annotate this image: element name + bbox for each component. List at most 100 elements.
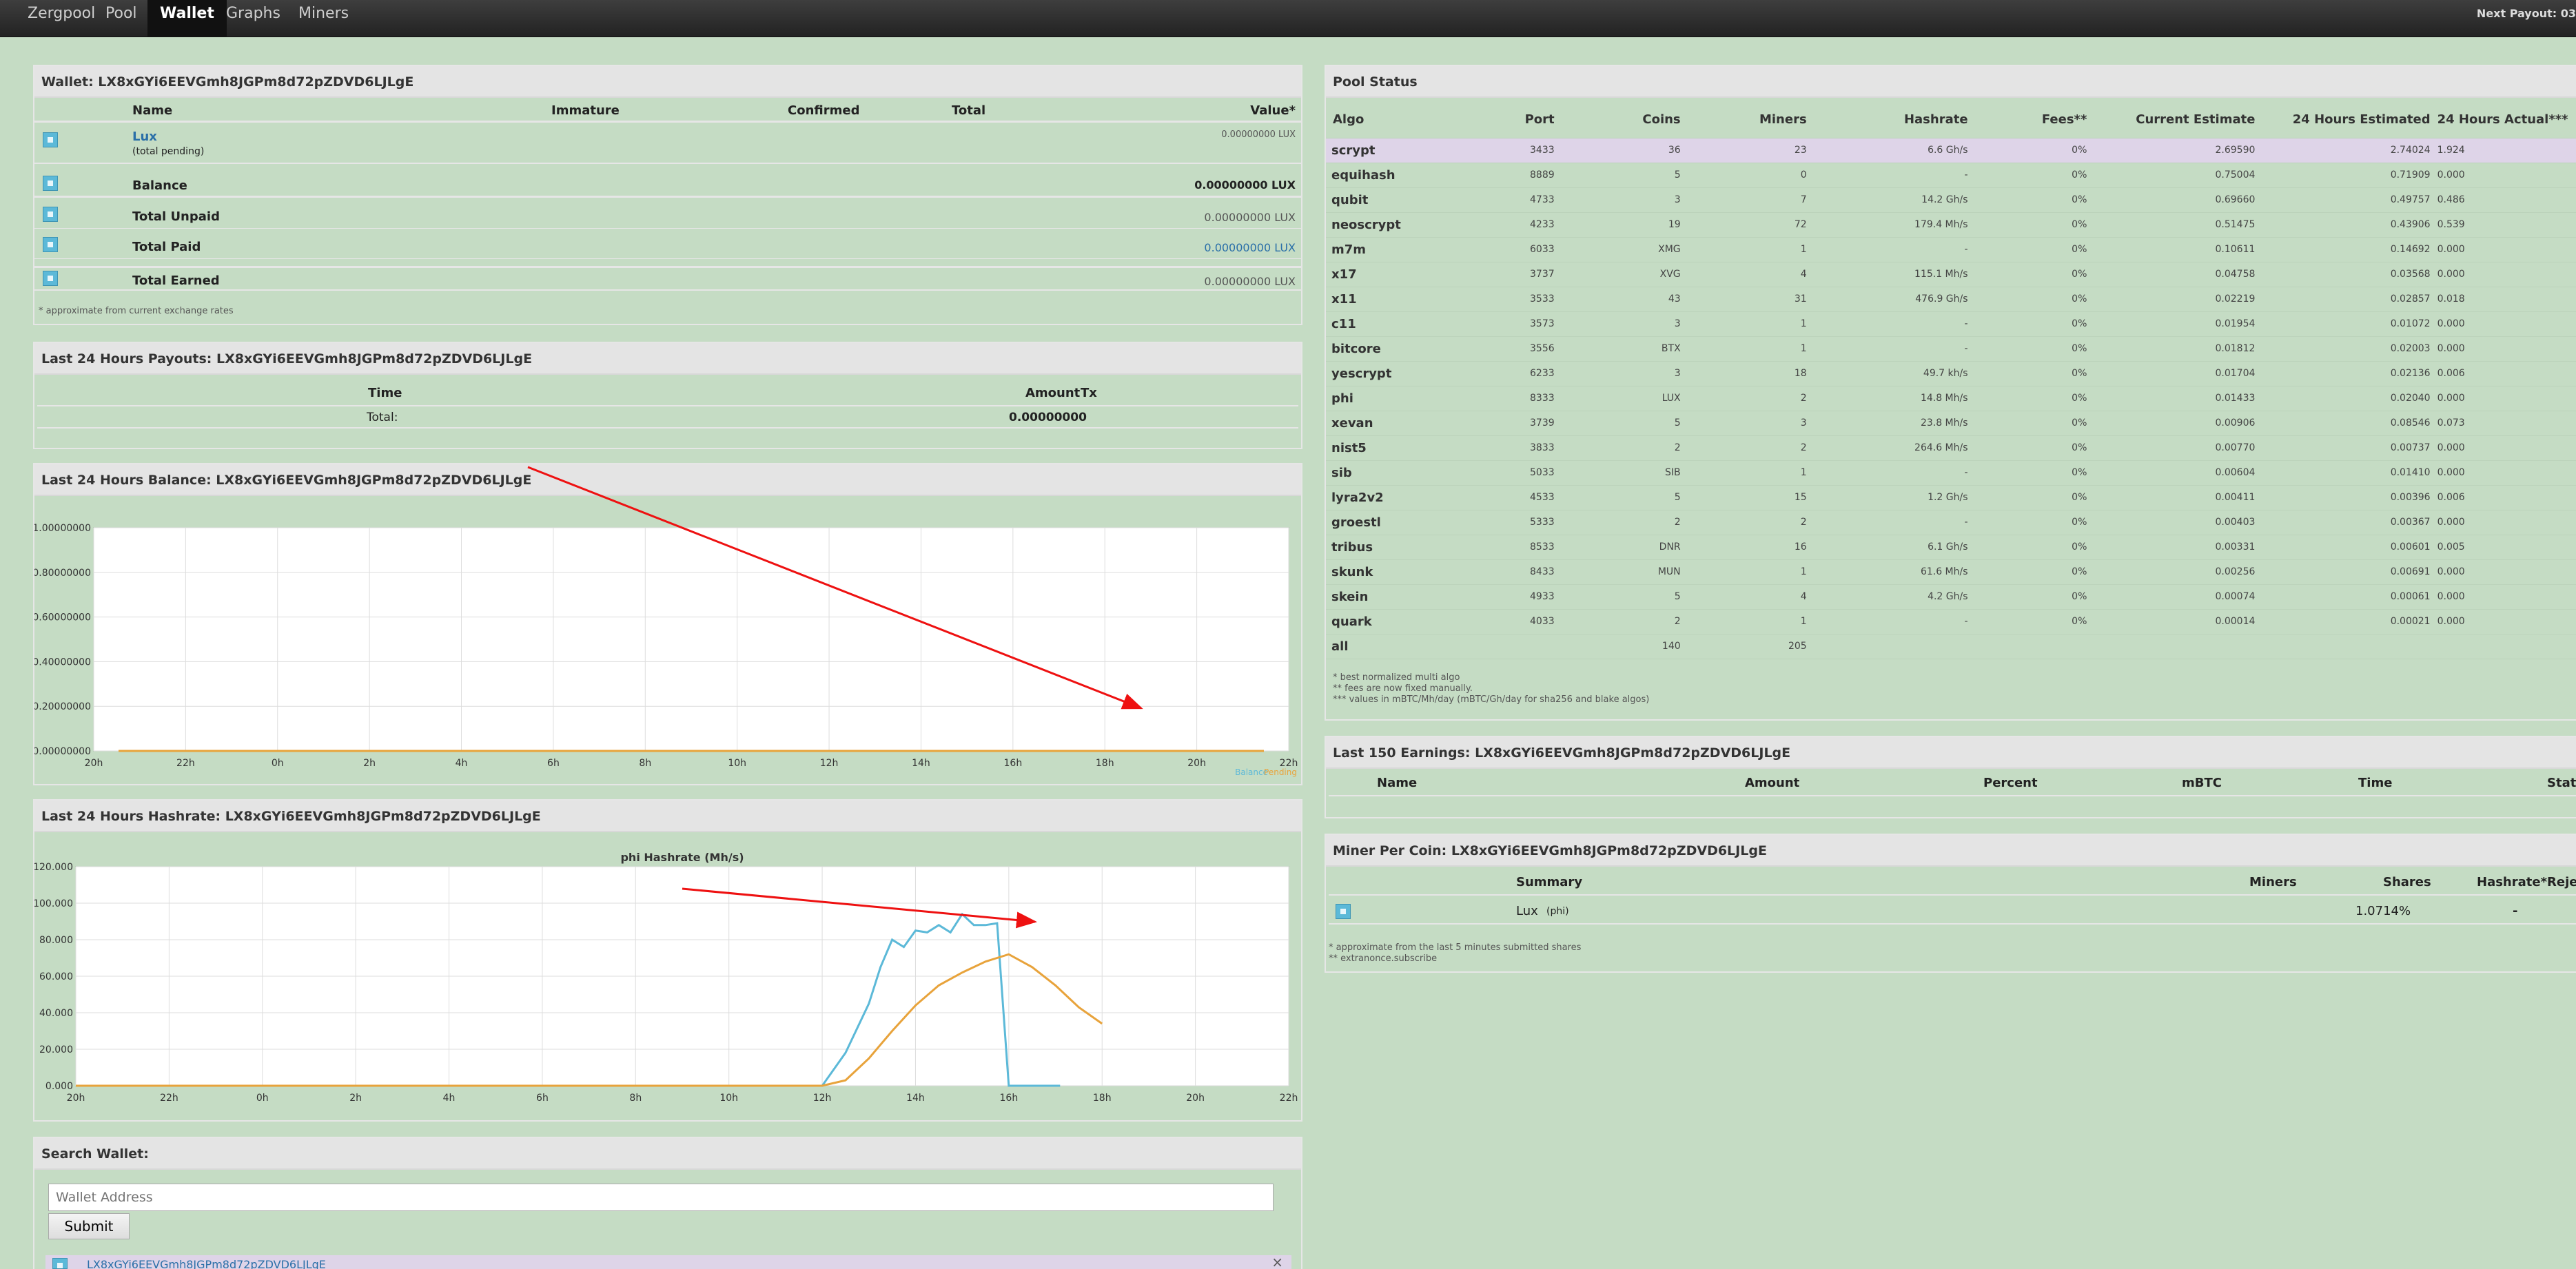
x-tick-label: 12h — [820, 758, 839, 769]
pool-row-skunk[interactable]: skunk 8433 MUN 1 61.6 Mh/s 0% 0.00256 0.00691 0.… — [1326, 559, 2576, 585]
x-tick-label: 0h — [256, 1093, 269, 1104]
pool-cell: 0.00601 — [2262, 535, 2437, 560]
miner-note-2: ** extranonce.subscribe — [1329, 953, 1438, 964]
pool-row-groestl[interactable]: groestl 5333 2 2-0% 0.00403 0.00367 0.000 — [1326, 510, 2576, 535]
pool-note-1: * best normalized multi algo — [1333, 672, 1460, 683]
pool-cell: 3 — [1687, 411, 1814, 436]
pool-row-x17[interactable]: x17 3737 XVG 4 115.1 Mh/s 0% 0.04758 0.03568 0.0… — [1326, 262, 2576, 287]
hashrate-chart-panel: Last 24 Hours Hashrate: LX8xGYi6EEVGmh8J… — [33, 799, 1302, 1122]
pool-note-3: *** values in mBTC/Mh/day (mBTC/Gh/day f… — [1333, 694, 1650, 705]
pool-cell: 0.000 — [2437, 584, 2576, 610]
nav-miners[interactable]: Miners — [286, 0, 361, 37]
wallet-panel: Wallet: LX8xGYi6EEVGmh8JGPm8d72pZDVD6LJL… — [33, 65, 1302, 325]
pool-cell: 14.2 Gh/s — [1813, 187, 1975, 213]
paid-value-link[interactable]: 0.00000000 LUX — [1204, 241, 1296, 254]
pool-cell: 0.000 — [2437, 460, 2576, 486]
pool-cell: 1 — [1687, 609, 1814, 634]
nav-pool[interactable]: Pool — [93, 0, 150, 37]
hashrate-chart-title: Last 24 Hours Hashrate: LX8xGYi6EEVGmh8J… — [34, 801, 1301, 832]
pool-cell: 0.00396 — [2262, 485, 2437, 510]
pool-cell: 0.00021 — [2262, 609, 2437, 634]
pool-row-quark[interactable]: quark 4033 2 1-0% 0.00014 0.00021 0.000 — [1326, 609, 2576, 634]
close-icon[interactable]: × — [1271, 1254, 1283, 1269]
pool-algo-cell: equihash — [1326, 163, 1506, 188]
pool-row-equihash[interactable]: equihash 8889 5 0-0% 0.75004 0.71909 0.000 — [1326, 163, 2576, 188]
wallet-address-input[interactable] — [48, 1184, 1274, 1211]
coin-icon — [43, 132, 58, 147]
miner-col-summary: Summary — [1516, 875, 1583, 889]
pool-cell: 1 — [1687, 311, 1814, 337]
unpaid-value: 0.00000000 LUX — [1204, 211, 1296, 224]
pool-cell: - — [1813, 510, 1975, 535]
nav-graphs[interactable]: Graphs — [214, 0, 293, 37]
balance-row: Balance 0.00000000 LUX — [34, 173, 1301, 198]
coin-link-lux[interactable]: Lux — [132, 130, 157, 144]
pool-row-qubit[interactable]: qubit 4733 3 7 14.2 Gh/s 0% 0.69660 0.49757 0.48… — [1326, 187, 2576, 213]
pool-algo-cell: skein — [1326, 584, 1506, 610]
pool-algo-cell: x17 — [1326, 262, 1506, 287]
pool-row-skein[interactable]: skein 4933 5 4 4.2 Gh/s 0% 0.00074 0.00061 0.000 — [1326, 584, 2576, 610]
payouts-col-time: Time — [368, 386, 402, 400]
pool-cell: 0.10611 — [2094, 237, 2262, 262]
pool-row-xevan[interactable]: xevan 3739 5 3 23.8 Mh/s 0% 0.00906 0.08546 0.07… — [1326, 411, 2576, 436]
pool-row-nist5[interactable]: nist5 3833 2 2 264.6 Mh/s 0% 0.00770 0.00737 0.0… — [1326, 435, 2576, 461]
chart-title: phi Hashrate (Mh/s) — [620, 851, 744, 864]
pool-row-neoscrypt[interactable]: neoscrypt 4233 19 72 179.4 Mh/s 0% 0.51475 0.43… — [1326, 212, 2576, 238]
y-tick-label: 0.60000000 — [34, 612, 91, 623]
pool-row-phi[interactable]: phi 8333 LUX 2 14.8 Mh/s 0% 0.01433 0.02040 0.00… — [1326, 386, 2576, 411]
pool-cell: 1 — [1687, 336, 1814, 362]
pool-algo-cell: tribus — [1326, 535, 1506, 560]
earnings-col-percent: Percent — [1983, 776, 2038, 790]
pool-cell: XMG — [1561, 237, 1688, 262]
pool-cell: - — [1813, 609, 1975, 634]
pool-cell: 1 — [1687, 237, 1814, 262]
pool-cell: 5333 — [1505, 510, 1562, 535]
pool-cell: 0.000 — [2437, 311, 2576, 337]
earnings-panel: Last 150 Earnings: LX8xGYi6EEVGmh8JGPm8d… — [1325, 736, 2576, 818]
pool-row-lyra2v2[interactable]: lyra2v2 4533 5 15 1.2 Gh/s 0% 0.00411 0.00396 0.… — [1326, 485, 2576, 510]
earnings-header-row: Name Amount Percent mBTC Time Status — [1329, 770, 2576, 796]
balance-icon — [43, 176, 58, 191]
pool-cell: 0.02857 — [2262, 287, 2437, 312]
pool-cell: 0% — [1974, 535, 2094, 560]
pool-algo-cell: sib — [1326, 460, 1506, 486]
pool-cell: 0.00403 — [2094, 510, 2262, 535]
pool-row-m7m[interactable]: m7m 6033 XMG 1-0% 0.10611 0.14692 0.000 — [1326, 237, 2576, 262]
pool-col-24h-actual: 24 Hours Actual*** — [2437, 102, 2576, 138]
pool-cell: 2 — [1561, 510, 1688, 535]
pool-cell: 0.005 — [2437, 535, 2576, 560]
pool-cell: 0.03568 — [2262, 262, 2437, 287]
pool-row-x11[interactable]: x11 3533 43 31 476.9 Gh/s 0% 0.02219 0.02857 0.0… — [1326, 287, 2576, 312]
pool-row-bitcore[interactable]: bitcore 3556 BTX 1-0% 0.01812 0.02003 0.000 — [1326, 336, 2576, 362]
pool-cell: 0.000 — [2437, 435, 2576, 461]
pool-row-yescrypt[interactable]: yescrypt 6233 3 18 49.7 kh/s 0% 0.01704 0.02136… — [1326, 361, 2576, 386]
miner-coin-icon — [1336, 904, 1351, 919]
coin-sub: (total pending) — [132, 146, 205, 157]
pool-row-c11[interactable]: c11 3573 3 1-0% 0.01954 0.01072 0.000 — [1326, 311, 2576, 337]
y-tick-label: 40.000 — [39, 1008, 73, 1019]
pool-cell: 0.01072 — [2262, 311, 2437, 337]
col-confirmed: Confirmed — [788, 103, 860, 118]
pool-row-tribus[interactable]: tribus 8533 DNR 16 6.1 Gh/s 0% 0.00331 0.00601 0… — [1326, 535, 2576, 560]
pool-col-coins: Coins — [1561, 102, 1688, 138]
miner-coin-algo: (phi) — [1546, 906, 1569, 917]
pool-cell: 8533 — [1505, 535, 1562, 560]
x-tick-label: 10h — [728, 758, 746, 769]
pool-cell: 0.14692 — [2262, 237, 2437, 262]
pool-row-sib[interactable]: sib 5033 SIB 1-0% 0.00604 0.01410 0.000 — [1326, 460, 2576, 486]
y-tick-label: 80.000 — [39, 935, 73, 946]
miner-col-shares: Shares — [2383, 875, 2431, 889]
saved-wallet-row[interactable]: LX8xGYi6EEVGmh8JGPm8d72pZDVD6LJLgE × — [45, 1254, 1291, 1269]
pool-cell: 3 — [1561, 361, 1688, 386]
pool-cell: 1 — [1687, 460, 1814, 486]
pool-row-scrypt[interactable]: scrypt 3433 36 23 6.6 Gh/s 0% 2.69590 2.74024 1.… — [1326, 138, 2576, 163]
pool-cell: 5 — [1561, 584, 1688, 610]
x-tick-label: 16h — [1000, 1093, 1019, 1104]
x-tick-label: 22h — [160, 1093, 178, 1104]
saved-wallet-link[interactable]: LX8xGYi6EEVGmh8JGPm8d72pZDVD6LJLgE — [87, 1258, 326, 1269]
pool-table: Algo Port Coins Miners Hashrate Fees** C… — [1326, 102, 2576, 659]
pool-cell: 0.01410 — [2262, 460, 2437, 486]
pool-cell: 0.00691 — [2262, 559, 2437, 585]
submit-button[interactable]: Submit — [48, 1213, 130, 1239]
pool-cell: 0.49757 — [2262, 187, 2437, 213]
